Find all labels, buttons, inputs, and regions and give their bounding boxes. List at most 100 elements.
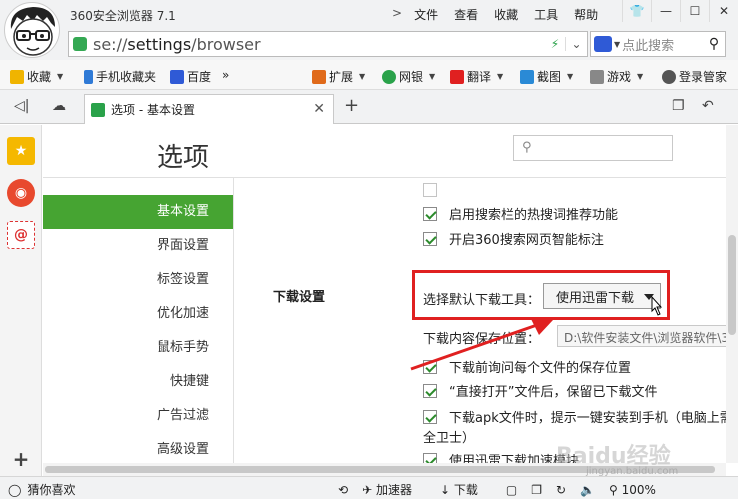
menu-tools[interactable]: 工具 (534, 6, 558, 23)
undo-close-icon[interactable]: ↶ (702, 98, 714, 114)
engine-dropdown-icon[interactable]: ▼ (614, 40, 620, 49)
phone-icon (84, 69, 93, 84)
toolbar-extensions[interactable]: 扩展 ▼ (312, 68, 365, 85)
skin-icon[interactable]: 👕 (622, 0, 651, 22)
zoom-level[interactable]: ⚲ 100% (609, 483, 670, 497)
tab-close-icon[interactable]: ✕ (313, 101, 325, 117)
nav-shortcuts[interactable]: 快捷键 (43, 365, 233, 399)
menu-view[interactable]: 查看 (454, 6, 478, 23)
option-label: 启用搜索栏的热搜词推荐功能 (449, 208, 619, 223)
tab-list-icon[interactable]: ❐ (672, 98, 685, 114)
option-keep-file[interactable]: “直接打开”文件后，保留已下载文件 (423, 381, 657, 400)
guess-you-like[interactable]: ◯ 猜你喜欢 (8, 481, 75, 498)
nav-mouse-gestures[interactable]: 鼠标手势 (43, 331, 233, 365)
sidebar-toggle-icon[interactable]: ◁| (14, 98, 29, 114)
zoom-value: 100% (621, 482, 656, 497)
extensions-icon (312, 69, 326, 84)
dropdown-icon: ▼ (567, 72, 574, 81)
window-icon[interactable]: ❐ (531, 483, 542, 497)
option-label: 下载apk文件时，提示一键安装到手机（电脑上需 (449, 411, 726, 426)
toolbar-screenshot[interactable]: 截图 ▼ (520, 68, 573, 85)
scissors-icon (520, 69, 534, 84)
bookmark-label: 收藏 (27, 70, 52, 84)
header-divider (43, 177, 726, 178)
close-icon[interactable]: ✕ (709, 0, 738, 22)
speed-mode-icon[interactable]: ⚡ (545, 37, 565, 51)
checkbox[interactable] (423, 409, 437, 424)
download-label: 下载 (453, 483, 478, 497)
accelerator-button[interactable]: ✈ 加速器 (362, 481, 426, 498)
toolbar-translate[interactable]: 翻译 ▼ (450, 68, 503, 85)
refresh-icon[interactable]: ↻ (556, 483, 566, 497)
checkbox[interactable] (423, 231, 437, 246)
baidu-icon (170, 69, 184, 84)
download-section-label: 下载设置 (273, 290, 326, 305)
option-apk-install-cont: 全卫士） (423, 431, 476, 446)
settings-page: 选项 ⚲ 基本设置 界面设置 标签设置 优化加速 鼠标手势 快捷键 广告过滤 高… (43, 125, 726, 463)
dropdown-icon: ▼ (57, 72, 64, 81)
toolbox-icon[interactable]: ▢ (506, 483, 517, 497)
weibo-icon[interactable]: ◉ (7, 179, 35, 207)
toolbar-bank[interactable]: 网银 ▼ (382, 68, 435, 85)
option-smart-mark[interactable]: 开启360搜索网页智能标注 (423, 229, 604, 248)
mail-icon[interactable]: @ (7, 221, 35, 249)
url-box[interactable]: ← ↻ ⌂ se://settings/browser ⚡ ⌄ (68, 31, 588, 120)
toolbar-label: 截图 (537, 70, 562, 84)
baidu-engine-icon[interactable] (594, 36, 612, 52)
tab-settings[interactable]: 选项 - 基本设置 ✕ (84, 94, 334, 124)
scroll-thumb[interactable] (728, 235, 736, 335)
maximize-icon[interactable]: ☐ (680, 0, 709, 22)
cloud-icon[interactable]: ☁ (52, 98, 66, 114)
sound-icon[interactable]: 🔈 (580, 483, 595, 497)
nav-divider (233, 178, 234, 463)
minimize-icon[interactable]: — (651, 0, 680, 22)
favorites-star-icon[interactable]: ★ (7, 137, 35, 165)
dropdown-icon: ▼ (359, 72, 366, 81)
menu-help[interactable]: 帮助 (574, 6, 598, 23)
translate-icon (450, 69, 464, 84)
dropdown-icon: ▼ (637, 72, 644, 81)
search-box[interactable]: ▼ 点此搜索 ⚲ (590, 31, 726, 57)
bookmark-favorites[interactable]: 收藏 ▼ (10, 68, 63, 85)
toolbar-login-manager[interactable]: 登录管家 (662, 68, 727, 85)
status-left-label: 猜你喜欢 (27, 483, 76, 497)
bookmark-baidu[interactable]: 百度 (170, 68, 211, 85)
nav-interface-settings[interactable]: 界面设置 (43, 229, 233, 263)
title-bar: 360安全浏览器 7.1 > 文件 查看 收藏 工具 帮助 👕 — ☐ ✕ (0, 0, 738, 58)
bookmark-mobile[interactable]: 手机收藏夹 (84, 68, 156, 85)
menu-favorites[interactable]: 收藏 (494, 6, 518, 23)
nav-optimize[interactable]: 优化加速 (43, 297, 233, 331)
dropdown-icon: ▼ (497, 72, 504, 81)
add-sidebar-icon[interactable]: + (7, 445, 35, 473)
settings-tab-icon (91, 102, 105, 117)
page-title: 选项 (157, 143, 210, 173)
swirl-icon[interactable]: ⟲ (338, 483, 348, 497)
address-bar: ← ↻ ⌂ se://settings/browser ⚡ ⌄ ▼ 点此搜索 ⚲ (0, 28, 738, 120)
new-tab-button[interactable]: + (344, 95, 359, 116)
nav-advanced[interactable]: 高级设置 (43, 433, 233, 463)
menu-chevron-icon[interactable]: > (392, 6, 402, 23)
window-controls: 👕 — ☐ ✕ (622, 0, 738, 22)
download-button[interactable]: ↓ 下载 (440, 481, 492, 498)
search-icon[interactable]: ⚲ (703, 36, 725, 52)
bookmarks-more[interactable]: » (222, 68, 229, 82)
search-input[interactable]: 点此搜索 (622, 35, 703, 54)
option-hot-words[interactable]: 启用搜索栏的热搜词推荐功能 (423, 204, 618, 223)
checkbox[interactable] (423, 452, 437, 463)
url-dropdown-icon[interactable]: ⌄ (565, 37, 587, 51)
nav-basic-settings[interactable]: 基本设置 (43, 195, 233, 229)
download-path-field[interactable]: D:\软件安装文件\浏览器软件\360 (557, 325, 726, 347)
option-apk-install[interactable]: 下载apk文件时，提示一键安装到手机（电脑上需 (423, 407, 726, 426)
nav-tab-settings[interactable]: 标签设置 (43, 263, 233, 297)
checkbox (423, 183, 437, 197)
nav-ad-filter[interactable]: 广告过滤 (43, 399, 233, 433)
user-avatar[interactable] (4, 2, 60, 58)
toolbar-games[interactable]: 游戏 ▼ (590, 68, 643, 85)
checkbox[interactable] (423, 206, 437, 221)
vertical-scrollbar[interactable] (726, 125, 738, 463)
menu-file[interactable]: 文件 (414, 6, 438, 23)
checkbox[interactable] (423, 383, 437, 398)
settings-search-input[interactable]: ⚲ (513, 135, 673, 161)
url-text[interactable]: se://settings/browser (93, 35, 545, 54)
key-icon (662, 69, 676, 84)
